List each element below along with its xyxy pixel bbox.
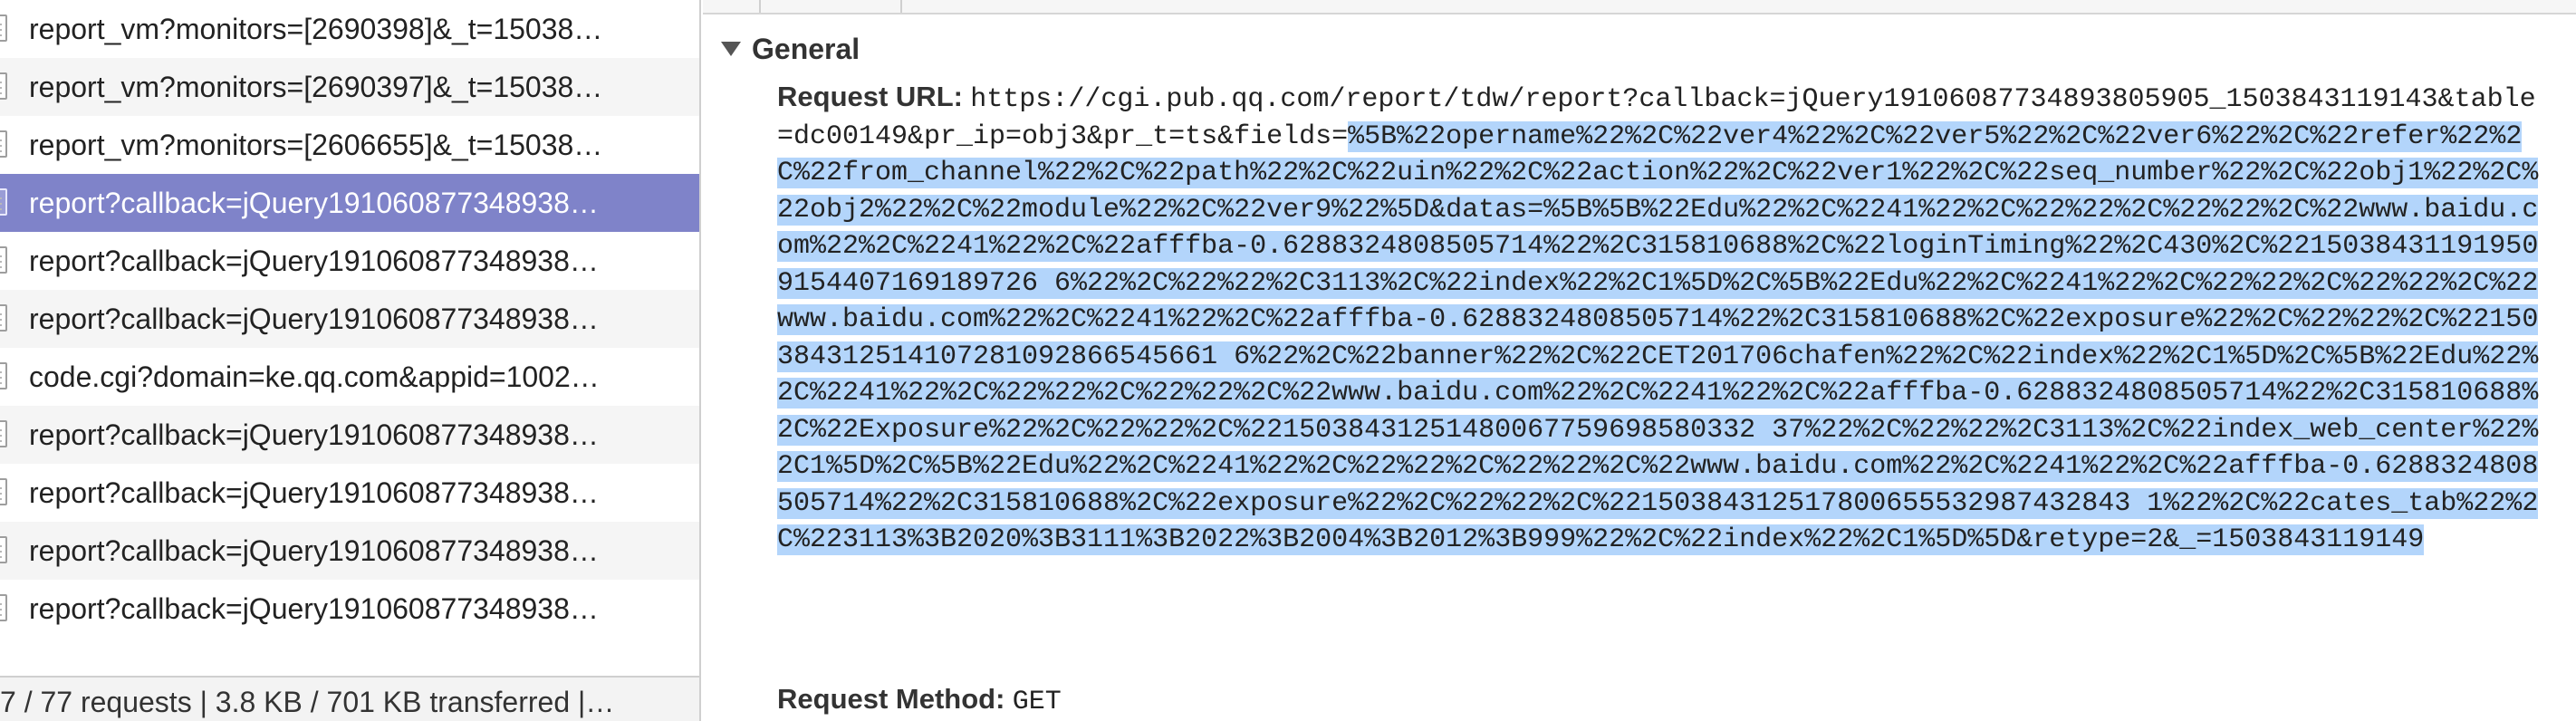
request-list: report_vm?monitors=[2690398]&_t=15038…re… xyxy=(0,0,699,638)
status-bar-summary: 7 / 77 requests | 3.8 KB / 701 KB transf… xyxy=(0,686,615,718)
tab-divider xyxy=(759,0,761,13)
request-url-label: Request URL: xyxy=(777,81,963,112)
request-row[interactable]: report_vm?monitors=[2606655]&_t=15038… xyxy=(0,116,699,174)
document-icon xyxy=(0,304,7,332)
request-row[interactable]: report_vm?monitors=[2690398]&_t=15038… xyxy=(0,0,699,58)
request-url-selected-text[interactable]: %5B%22opername%22%2C%22ver4%22%2C%22ver5… xyxy=(777,120,2539,555)
details-tab-strip xyxy=(703,0,2576,14)
request-name: report_vm?monitors=[2690397]&_t=15038… xyxy=(29,71,603,103)
document-icon xyxy=(0,130,7,158)
request-row[interactable]: report?callback=jQuery191060877348938… xyxy=(0,580,699,638)
request-list-pane: report_vm?monitors=[2690398]&_t=15038…re… xyxy=(0,0,701,721)
request-row[interactable]: report?callback=jQuery191060877348938… xyxy=(0,174,699,232)
request-method-label: Request Method: xyxy=(777,683,1005,715)
request-row[interactable]: report?callback=jQuery191060877348938… xyxy=(0,522,699,580)
request-name: report?callback=jQuery191060877348938… xyxy=(29,592,599,625)
request-method-row: Request Method: GET xyxy=(777,681,1062,720)
request-row[interactable]: report?callback=jQuery191060877348938… xyxy=(0,232,699,290)
request-details-pane: General Request URL: https://cgi.pub.qq.… xyxy=(703,0,2576,721)
status-bar: 7 / 77 requests | 3.8 KB / 701 KB transf… xyxy=(0,676,699,721)
document-icon xyxy=(0,594,7,621)
document-icon xyxy=(0,188,7,216)
request-method-value[interactable]: GET xyxy=(1013,687,1062,717)
document-icon xyxy=(0,72,7,100)
request-name: report?callback=jQuery191060877348938… xyxy=(29,187,599,219)
request-name: report?callback=jQuery191060877348938… xyxy=(29,534,599,567)
request-name: report?callback=jQuery191060877348938… xyxy=(29,418,599,451)
request-name: report?callback=jQuery191060877348938… xyxy=(29,303,599,335)
triangle-down-icon[interactable] xyxy=(721,41,741,56)
request-name: report_vm?monitors=[2690398]&_t=15038… xyxy=(29,13,603,45)
request-row[interactable]: report?callback=jQuery191060877348938… xyxy=(0,464,699,522)
request-name: report_vm?monitors=[2606655]&_t=15038… xyxy=(29,129,603,161)
request-row[interactable]: report_vm?monitors=[2690397]&_t=15038… xyxy=(0,58,699,116)
general-section-title: General xyxy=(752,33,860,65)
request-row[interactable]: report?callback=jQuery191060877348938… xyxy=(0,406,699,464)
tab-divider xyxy=(900,0,902,13)
document-icon xyxy=(0,362,7,389)
document-icon xyxy=(0,14,7,42)
document-icon xyxy=(0,420,7,447)
document-icon xyxy=(0,246,7,274)
request-name: code.cgi?domain=ke.qq.com&appid=1002… xyxy=(29,360,600,393)
request-row[interactable]: report?callback=jQuery191060877348938… xyxy=(0,290,699,348)
request-name: report?callback=jQuery191060877348938… xyxy=(29,476,599,509)
general-section-header[interactable]: General xyxy=(721,27,860,71)
request-name: report?callback=jQuery191060877348938… xyxy=(29,245,599,277)
document-icon xyxy=(0,536,7,563)
document-icon xyxy=(0,478,7,505)
request-row[interactable]: code.cgi?domain=ke.qq.com&appid=1002… xyxy=(0,348,699,406)
request-url-row: Request URL: https://cgi.pub.qq.com/repo… xyxy=(777,80,2543,558)
